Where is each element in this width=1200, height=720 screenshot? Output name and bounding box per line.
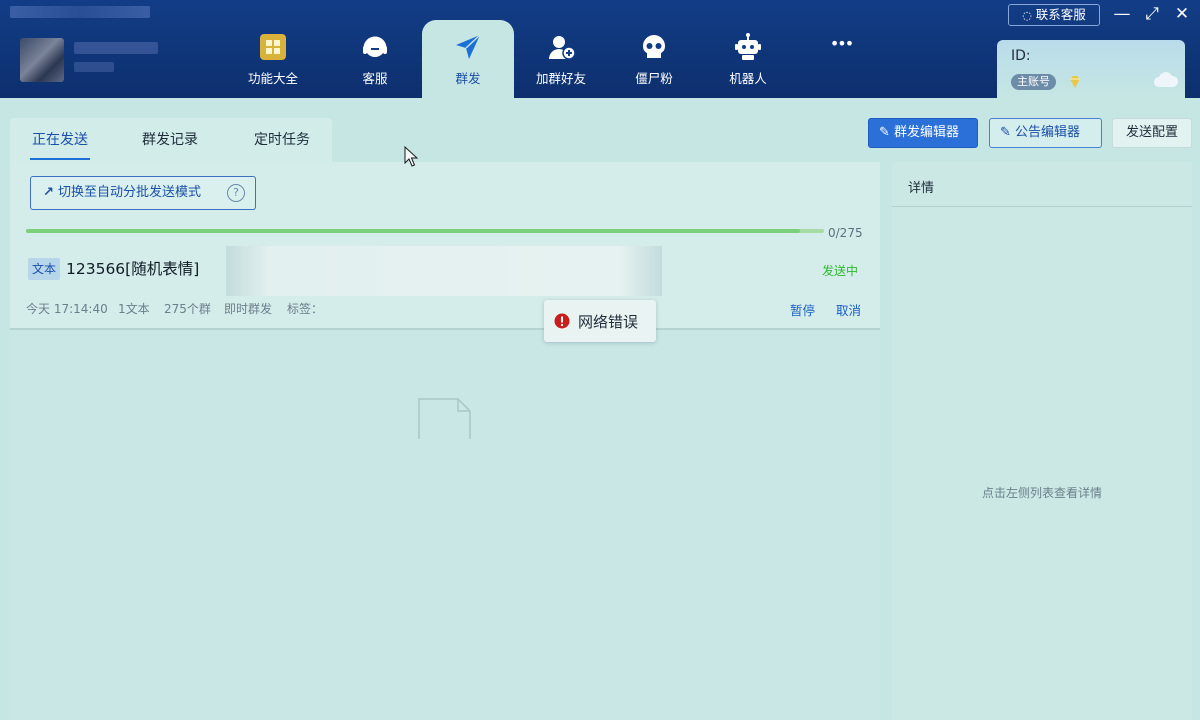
details-title: 详情 <box>908 181 935 196</box>
tab-scheduled-tasks[interactable]: 定时任务 <box>242 118 322 162</box>
headset-icon: ◌ <box>1022 9 1032 22</box>
top-nav-bar: 功能大全 客服 群发 加群好友 僵尸粉 机器人 ••• ◌ 联系客服 — ⤢ ✕… <box>0 0 1200 98</box>
avatar[interactable] <box>20 38 64 82</box>
message-content: 123566[随机表情] <box>66 260 200 278</box>
details-empty-hint: 点击左侧列表查看详情 <box>981 486 1102 500</box>
diamond-icon <box>1070 76 1080 88</box>
nav-item-customer-service[interactable]: 客服 <box>329 20 421 98</box>
details-panel: 详情 点击左侧列表查看详情 <box>892 162 1192 720</box>
nav-label: 加群好友 <box>535 71 586 86</box>
nav-label: 机器人 <box>729 71 767 86</box>
nav-item-add-friends[interactable]: 加群好友 <box>515 20 607 98</box>
edit-icon: ✎ <box>879 125 890 140</box>
mouse-cursor-icon <box>404 146 418 167</box>
nav-item-mass-send[interactable]: 群发 <box>422 20 514 98</box>
nav-label: 僵尸粉 <box>635 71 673 86</box>
nav-item-features[interactable]: 功能大全 <box>227 20 319 98</box>
task-card[interactable]: ↗ 切换至自动分批发送模式 ? 0/275 文本 123566[随机表情] 发送… <box>10 162 880 330</box>
error-toast-message: 网络错误 <box>578 313 639 331</box>
notice-editor-label: 公告编辑器 <box>1015 125 1081 140</box>
switch-batch-mode-button[interactable]: ↗ 切换至自动分批发送模式 ? <box>30 176 256 210</box>
paper-plane-icon <box>456 34 481 59</box>
add-user-icon <box>549 36 576 60</box>
send-progress-count: 0/275 <box>828 226 863 240</box>
send-progress-bar <box>26 229 824 233</box>
nav-item-zombie-fans[interactable]: 僵尸粉 <box>608 20 700 98</box>
nav-item-more[interactable]: ••• <box>795 20 887 60</box>
cloud-icon <box>1154 72 1179 87</box>
active-tab-indicator <box>30 158 90 160</box>
switch-batch-mode-label: 切换至自动分批发送模式 <box>58 185 202 200</box>
close-icon[interactable]: ✕ <box>1172 4 1192 24</box>
task-tags-label: 标签： <box>287 302 324 316</box>
nav-item-robot[interactable]: 机器人 <box>702 20 794 98</box>
task-group-count: 275个群 <box>164 302 211 316</box>
task-text-count: 1文本 <box>118 302 150 316</box>
cancel-button[interactable]: 取消 <box>836 300 861 319</box>
tab-sending[interactable]: 正在发送 <box>20 118 100 162</box>
tab-send-history[interactable]: 群发记录 <box>130 118 210 162</box>
empty-document-icon <box>418 398 471 439</box>
notice-editor-button[interactable]: ✎ 公告编辑器 <box>989 118 1102 148</box>
headset-icon <box>363 36 387 57</box>
contact-support-label: 联系客服 <box>1035 7 1086 22</box>
error-toast: 网络错误 <box>544 300 656 342</box>
nav-label: 客服 <box>362 71 388 86</box>
help-icon[interactable]: ? <box>227 184 245 202</box>
robot-icon <box>735 33 761 60</box>
message-type-tag: 文本 <box>28 258 60 280</box>
user-subtitle-blurred <box>74 62 114 72</box>
maximize-icon[interactable]: ⤢ <box>1142 4 1162 24</box>
username-blurred <box>74 42 158 54</box>
mass-send-editor-label: 群发编辑器 <box>894 125 960 140</box>
main-account-badge: 主账号 <box>1011 74 1056 90</box>
send-progress-fill <box>26 229 801 233</box>
window-title-blurred <box>10 6 150 18</box>
skull-icon <box>643 35 665 58</box>
mass-send-editor-button[interactable]: ✎ 群发编辑器 <box>868 118 978 148</box>
pause-button[interactable]: 暂停 <box>790 300 815 319</box>
status-badge: 发送中 <box>822 264 859 278</box>
account-card[interactable]: ID: 主账号 <box>997 40 1185 98</box>
send-config-button[interactable]: 发送配置 <box>1112 118 1192 148</box>
mass-send-tabs: 正在发送 群发记录 定时任务 <box>10 118 332 162</box>
error-icon <box>554 313 570 329</box>
contact-support-button[interactable]: ◌ 联系客服 <box>1008 4 1100 26</box>
grid-apps-icon <box>260 34 286 60</box>
details-divider <box>892 206 1192 207</box>
task-time: 今天 17:14:40 <box>26 302 108 316</box>
account-id-label: ID: <box>1011 48 1031 64</box>
arrow-up-right-icon: ↗ <box>43 185 54 200</box>
more-icon: ••• <box>829 34 854 53</box>
task-send-type: 即时群发 <box>224 302 273 316</box>
nav-label: 功能大全 <box>247 71 298 86</box>
message-preview-blurred <box>226 246 662 296</box>
nav-label: 群发 <box>455 71 481 86</box>
minimize-icon[interactable]: — <box>1112 4 1132 24</box>
edit-icon: ✎ <box>1000 125 1011 140</box>
